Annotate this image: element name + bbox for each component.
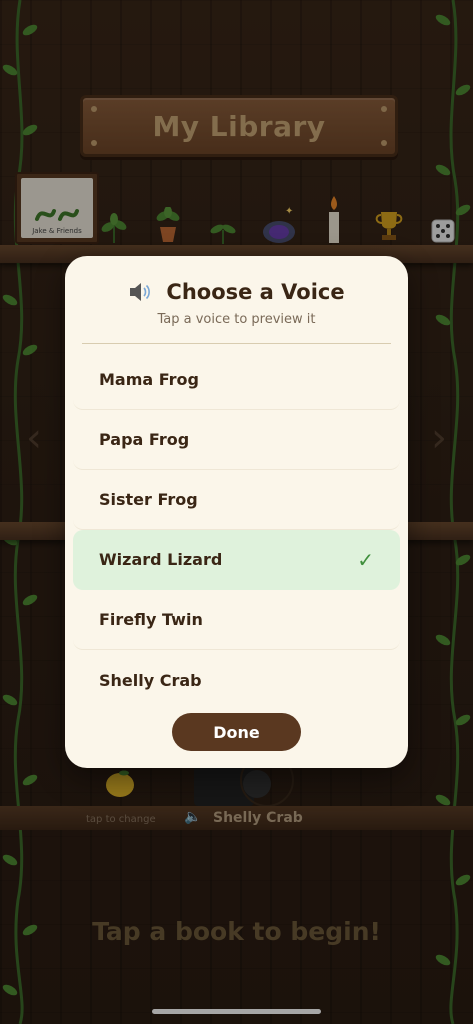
voice-option-label: Papa Frog xyxy=(99,430,190,449)
voice-option-shelly-crab[interactable]: Shelly Crab xyxy=(73,650,400,710)
dialog-subtitle: Tap a voice to preview it xyxy=(157,312,316,327)
dialog-header: Choose a Voice Tap a voice to preview it xyxy=(65,280,408,327)
check-icon: ✓ xyxy=(357,547,374,572)
voice-option-papa-frog[interactable]: Papa Frog xyxy=(73,410,400,470)
choose-voice-dialog: Choose a Voice Tap a voice to preview it… xyxy=(65,256,408,768)
voice-option-label: Mama Frog xyxy=(99,370,199,389)
voice-option-label: Wizard Lizard xyxy=(99,550,223,569)
dialog-title: Choose a Voice xyxy=(166,280,345,304)
voice-option-label: Sister Frog xyxy=(99,490,198,509)
voice-option-label: Firefly Twin xyxy=(99,610,203,629)
voice-option-firefly-twin[interactable]: Firefly Twin xyxy=(73,590,400,650)
voice-option-label: Shelly Crab xyxy=(99,670,202,690)
voice-option-sister-frog[interactable]: Sister Frog xyxy=(73,470,400,530)
speaker-icon xyxy=(130,283,151,301)
voice-list: Mama Frog Papa Frog Sister Frog Wizard L… xyxy=(73,350,400,710)
voice-option-mama-frog[interactable]: Mama Frog xyxy=(73,350,400,410)
voice-option-wizard-lizard[interactable]: Wizard Lizard ✓ xyxy=(73,530,400,590)
divider xyxy=(82,343,391,344)
done-button[interactable]: Done xyxy=(172,713,301,751)
